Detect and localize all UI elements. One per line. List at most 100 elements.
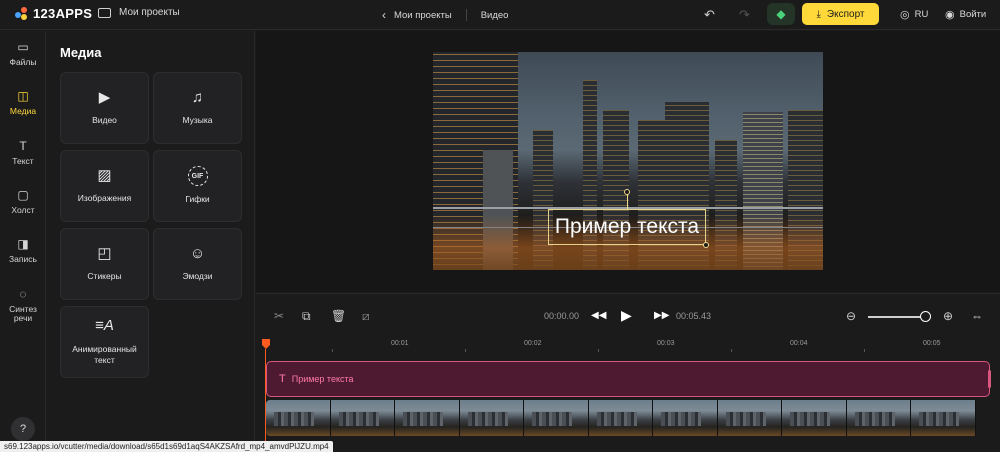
my-projects-label: Мои проекты bbox=[119, 7, 180, 18]
nav-item-canvas[interactable]: ▢ Холст bbox=[0, 188, 46, 215]
language-label: RU bbox=[914, 9, 929, 20]
nav-item-record[interactable]: ◨ Запись bbox=[0, 237, 46, 264]
breadcrumb-projects[interactable]: Мои проекты bbox=[394, 10, 452, 21]
tile-label: Эмодзи bbox=[182, 271, 213, 282]
media-tile-animated-text[interactable]: ≡A Анимированный текст bbox=[60, 306, 149, 378]
top-header: 123APPS Мои проекты ‹ Мои проекты Видео … bbox=[0, 0, 1000, 30]
export-label: Экспорт bbox=[826, 8, 865, 20]
ruler-label: 00:03 bbox=[657, 340, 675, 347]
media-tile-stickers[interactable]: ◰ Стикеры bbox=[60, 228, 149, 300]
cut-icon[interactable]: ✂ bbox=[274, 309, 284, 323]
ruler-tick bbox=[598, 349, 599, 352]
breadcrumb: ‹ Мои проекты Видео bbox=[382, 8, 508, 22]
tile-label: Видео bbox=[92, 115, 117, 126]
ruler-tick bbox=[332, 349, 333, 352]
logo-mark-icon bbox=[15, 6, 29, 21]
zoom-slider[interactable] bbox=[868, 316, 928, 318]
playhead[interactable] bbox=[265, 349, 266, 452]
media-tile-gifs[interactable]: GIF Гифки bbox=[153, 150, 242, 222]
media-tile-music[interactable]: ♫ Музыка bbox=[153, 72, 242, 144]
text-clip[interactable]: T Пример текста bbox=[266, 361, 991, 397]
video-frame-thumbnail bbox=[588, 400, 653, 436]
ruler-label: 00:05 bbox=[923, 340, 941, 347]
playhead-handle[interactable] bbox=[262, 339, 270, 349]
redo-icon[interactable]: ↷ bbox=[739, 7, 750, 23]
video-preview[interactable]: Пример текста bbox=[433, 52, 823, 270]
premium-button[interactable]: ◆ bbox=[767, 3, 795, 25]
play-icon[interactable]: ▶ bbox=[621, 307, 632, 324]
nav-label: Холст bbox=[11, 205, 35, 215]
rotate-handle[interactable] bbox=[624, 189, 630, 195]
text-overlay[interactable]: Пример текста bbox=[548, 209, 706, 245]
rotate-handle-line bbox=[627, 194, 628, 209]
resize-handle[interactable] bbox=[703, 242, 709, 248]
undo-icon[interactable]: ↶ bbox=[704, 7, 715, 23]
breadcrumb-current: Видео bbox=[480, 9, 509, 21]
fade-icon[interactable]: ⧄ bbox=[362, 309, 370, 324]
help-chat-button[interactable]: ? bbox=[11, 417, 35, 441]
fit-icon[interactable]: ⇔ bbox=[971, 309, 983, 323]
zoom-in-icon[interactable]: ⊕ bbox=[943, 309, 953, 323]
speech-icon: ◌ bbox=[19, 287, 27, 301]
animated-text-icon: ≡A bbox=[95, 317, 114, 335]
ruler-label: 00:04 bbox=[790, 340, 808, 347]
download-icon: ⤓ bbox=[816, 8, 821, 20]
my-projects-button[interactable]: Мои проекты bbox=[98, 7, 180, 18]
login-label: Войти bbox=[959, 9, 987, 20]
user-icon: ◉ bbox=[945, 9, 955, 21]
text-clip-label: Пример текста bbox=[291, 374, 354, 384]
nav-label: Текст bbox=[12, 156, 34, 166]
record-icon: ◨ bbox=[17, 237, 29, 251]
tile-label: Гифки bbox=[185, 194, 210, 205]
video-frame-thumbnail bbox=[911, 400, 976, 436]
nav-item-speech[interactable]: ◌ Синтез речи bbox=[0, 287, 46, 324]
folder-icon: ▭ bbox=[17, 40, 29, 54]
video-frame-thumbnail bbox=[459, 400, 524, 436]
nav-item-files[interactable]: ▭ Файлы bbox=[0, 40, 46, 67]
tile-label: Анимированный текст bbox=[72, 343, 137, 365]
video-frame-thumbnail bbox=[782, 400, 847, 436]
media-tile-emoji[interactable]: ☺ Эмодзи bbox=[153, 228, 242, 300]
zoom-slider-knob[interactable] bbox=[920, 311, 931, 322]
nav-item-media[interactable]: ◫ Медиа bbox=[0, 89, 46, 116]
nav-item-text[interactable]: T Текст bbox=[0, 139, 46, 166]
chevron-left-icon[interactable]: ‹ bbox=[382, 8, 386, 22]
delete-icon[interactable]: 🗑 bbox=[331, 309, 346, 323]
video-editor-app: 123APPS Мои проекты ‹ Мои проекты Видео … bbox=[0, 0, 1000, 452]
logo-text: 123APPS bbox=[33, 6, 93, 21]
text-icon: T bbox=[279, 373, 286, 385]
media-tile-video[interactable]: ▶ Видео bbox=[60, 72, 149, 144]
clip-trim-handle[interactable] bbox=[988, 370, 991, 388]
tile-label: Музыка bbox=[182, 115, 213, 126]
nav-label: Синтез речи bbox=[9, 304, 37, 324]
video-frame-thumbnail bbox=[717, 400, 782, 436]
media-tile-images[interactable]: ▨ Изображения bbox=[60, 150, 149, 222]
rewind-icon[interactable]: ◀◀ bbox=[591, 310, 606, 321]
video-clip[interactable] bbox=[266, 400, 990, 436]
media-icon: ◫ bbox=[17, 89, 29, 103]
nav-label: Файлы bbox=[9, 57, 37, 67]
help-chat-icon: ? bbox=[19, 423, 27, 435]
zoom-out-icon[interactable]: ⊖ bbox=[846, 309, 856, 323]
tile-label: Стикеры bbox=[87, 271, 122, 282]
timeline-toolbar: ✂ ⧉ 🗑 ⧄ 00:00.00 ◀◀ ▶ ▶▶ 00:05.43 ⊖ ⊕ ⇔ bbox=[256, 293, 1000, 337]
breadcrumb-divider bbox=[465, 9, 467, 21]
text-icon: T bbox=[19, 139, 27, 153]
duplicate-icon[interactable]: ⧉ bbox=[302, 309, 311, 324]
gif-icon: GIF bbox=[187, 166, 208, 187]
globe-icon: ◎ bbox=[900, 9, 910, 21]
emoji-icon: ☺ bbox=[189, 245, 206, 263]
nav-label: Запись bbox=[9, 254, 37, 264]
app-logo[interactable]: 123APPS bbox=[15, 6, 92, 21]
export-button[interactable]: ⤓ Экспорт bbox=[802, 3, 879, 25]
video-frame-thumbnail bbox=[653, 400, 718, 436]
video-frame-thumbnail bbox=[846, 400, 911, 436]
tile-label: Изображения bbox=[77, 193, 132, 204]
canvas-icon: ▢ bbox=[17, 188, 29, 202]
login-button[interactable]: ◉ Войти bbox=[945, 8, 986, 21]
language-button[interactable]: ◎ RU bbox=[900, 8, 928, 21]
current-time: 00:00.00 bbox=[544, 311, 580, 321]
forward-icon[interactable]: ▶▶ bbox=[654, 310, 669, 321]
preview-area: Пример текста bbox=[256, 31, 1000, 292]
ruler-tick bbox=[465, 349, 466, 352]
